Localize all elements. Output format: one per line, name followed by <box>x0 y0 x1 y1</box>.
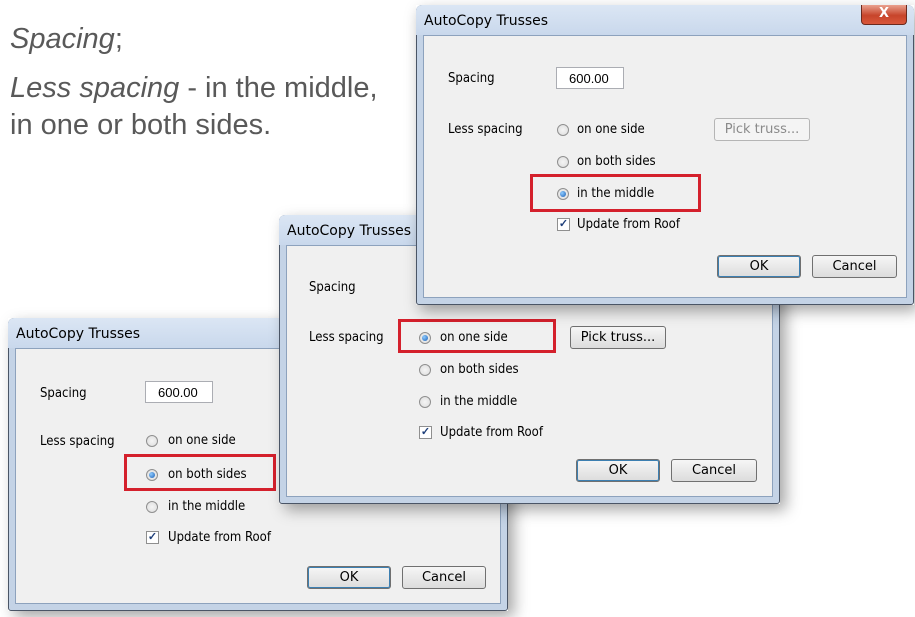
dialog-client: Spacing 600.00 Less spacing on one side … <box>423 35 907 298</box>
update-checkbox[interactable]: ✓ <box>146 531 159 544</box>
caption-line-2: Less spacing - in the middle, <box>10 71 378 105</box>
dialog-titlebar[interactable]: AutoCopy Trusses X <box>416 5 914 35</box>
caption-line-3: in one or both sides. <box>10 109 272 141</box>
update-checkbox[interactable]: ✓ <box>419 426 432 439</box>
close-button[interactable]: X <box>861 5 907 25</box>
spacing-input[interactable]: 600.00 <box>145 381 213 403</box>
cancel-button[interactable]: Cancel <box>402 566 486 589</box>
dialog-title: AutoCopy Trusses <box>16 326 141 342</box>
pick-truss-button[interactable]: Pick truss... <box>714 118 810 141</box>
update-checkbox[interactable]: ✓ <box>557 218 570 231</box>
radio-one-side-label[interactable]: on one side <box>168 433 236 448</box>
highlight-box <box>530 174 701 212</box>
radio-middle-label[interactable]: in the middle <box>440 394 517 409</box>
cancel-button[interactable]: Cancel <box>671 459 757 482</box>
update-checkbox-label[interactable]: Update from Roof <box>168 530 271 545</box>
radio-one-side[interactable] <box>557 124 569 136</box>
spacing-label: Spacing <box>40 386 87 401</box>
radio-both-sides[interactable] <box>557 156 569 168</box>
update-checkbox-label[interactable]: Update from Roof <box>577 217 680 232</box>
caption-spacing: Spacing <box>10 23 115 55</box>
cancel-button[interactable]: Cancel <box>812 255 897 278</box>
radio-one-side[interactable] <box>146 435 158 447</box>
radio-middle[interactable] <box>419 396 431 408</box>
less-spacing-label: Less spacing <box>309 330 384 345</box>
radio-both-sides[interactable] <box>419 364 431 376</box>
less-spacing-label: Less spacing <box>40 434 115 449</box>
radio-middle-label[interactable]: in the middle <box>168 499 245 514</box>
dialog-title: AutoCopy Trusses <box>424 13 549 29</box>
caption-less-spacing: Less spacing <box>10 72 180 104</box>
pick-truss-button[interactable]: Pick truss... <box>570 326 666 349</box>
caption-semicolon: ; <box>114 23 123 55</box>
ok-button[interactable]: OK <box>307 566 391 589</box>
radio-both-sides-label[interactable]: on both sides <box>577 154 656 169</box>
update-checkbox-label[interactable]: Update from Roof <box>440 425 543 440</box>
spacing-label: Spacing <box>448 71 495 86</box>
dialog-title: AutoCopy Trusses <box>287 223 412 239</box>
ok-button[interactable]: OK <box>576 459 660 482</box>
radio-both-sides-label[interactable]: on both sides <box>440 362 519 377</box>
highlight-box <box>398 319 556 353</box>
radio-one-side-label[interactable]: on one side <box>577 122 645 137</box>
highlight-box <box>124 454 276 491</box>
dialog-top-right: AutoCopy Trusses X Spacing 600.00 Less s… <box>416 5 914 305</box>
caption-line-1: Spacing; <box>10 22 123 56</box>
ok-button[interactable]: OK <box>717 255 801 278</box>
spacing-label: Spacing <box>309 280 356 295</box>
less-spacing-label: Less spacing <box>448 122 523 137</box>
radio-middle[interactable] <box>146 501 158 513</box>
caption-in-the-middle: - in the middle, <box>179 72 378 104</box>
spacing-input[interactable]: 600.00 <box>556 67 624 89</box>
